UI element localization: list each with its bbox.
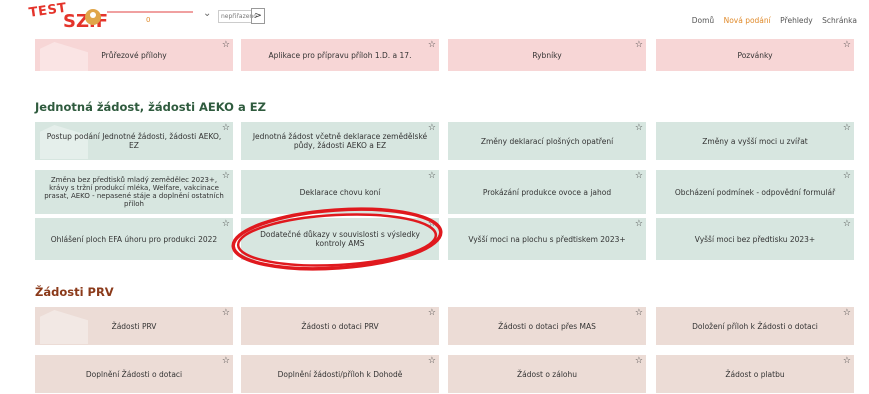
user-icon[interactable]: [85, 9, 101, 25]
tile-aplikace-prilohy[interactable]: Aplikace pro přípravu příloh 1.D. a 17. …: [241, 39, 439, 71]
tile-label: Žádosti o dotaci PRV: [301, 321, 379, 331]
star-icon[interactable]: ☆: [843, 356, 851, 366]
tile-obchazeni-podminek[interactable]: Obcházení podmínek - odpovědní formulář …: [656, 170, 854, 214]
tile-zadost-platbu[interactable]: Žádost o platbu ☆: [656, 355, 854, 393]
main-nav: Domů Nová podání Přehledy Schránka: [685, 16, 857, 25]
star-icon[interactable]: ☆: [428, 308, 436, 318]
tile-label: Obcházení podmínek - odpovědní formulář: [674, 187, 836, 197]
star-icon[interactable]: ☆: [222, 123, 230, 133]
chevron-down-icon[interactable]: ⌄: [203, 8, 211, 19]
tile-label: Doplnění žádosti/příloh k Dohodě: [277, 369, 403, 379]
tile-label: Průřezové přílohy: [101, 50, 167, 60]
star-icon[interactable]: ☆: [428, 171, 436, 181]
star-icon[interactable]: ☆: [635, 123, 643, 133]
tile-label: Pozvánky: [737, 50, 773, 60]
star-icon[interactable]: ☆: [428, 356, 436, 366]
tile-label: Deklarace chovu koní: [299, 187, 381, 197]
tile-prurezove-prilohy[interactable]: Průřezové přílohy ☆: [35, 39, 233, 71]
nav-inbox[interactable]: Schránka: [822, 16, 857, 25]
tile-label: Dodatečné důkazy v souvislosti s výsledk…: [260, 230, 420, 248]
tile-label: Změna bez předtisků mladý zemědělec 2023…: [44, 175, 224, 209]
star-icon[interactable]: ☆: [843, 308, 851, 318]
top-bar: TEST SZIF 0 ⌄ nepřiřazeno > Domů Nová po…: [0, 0, 869, 34]
star-icon[interactable]: ☆: [635, 356, 643, 366]
star-icon[interactable]: ☆: [428, 123, 436, 133]
user-name-bar: [107, 11, 193, 13]
tile-jednotna-zadost[interactable]: Jednotná žádost včetně deklarace zeměděl…: [241, 122, 439, 160]
tile-dodatecne-dukazy[interactable]: Dodatečné důkazy v souvislosti s výsledk…: [241, 218, 439, 260]
go-button[interactable]: >: [251, 8, 265, 24]
star-icon[interactable]: ☆: [428, 40, 436, 50]
star-icon[interactable]: ☆: [222, 40, 230, 50]
section-title-jednotna: Jednotná žádost, žádosti AEKO a EZ: [35, 100, 266, 114]
tile-vyssi-moci-bez[interactable]: Vyšší moci bez předtisku 2023+ ☆: [656, 218, 854, 260]
tile-zadost-zalohu[interactable]: Žádost o zálohu ☆: [448, 355, 646, 393]
tile-rybniky[interactable]: Rybníky ☆: [448, 39, 646, 71]
user-count: 0: [146, 16, 151, 24]
tile-label: Žádost o zálohu: [517, 369, 577, 379]
star-icon[interactable]: ☆: [843, 219, 851, 229]
tile-zadosti-prv[interactable]: Žádosti PRV ☆: [35, 307, 233, 345]
tile-zmeny-deklaraci[interactable]: Změny deklarací plošných opatření ☆: [448, 122, 646, 160]
section-title-zadosti-prv: Žádosti PRV: [35, 285, 114, 299]
tile-label: Změny a vyšší moci u zvířat: [702, 136, 808, 146]
tile-label: Doložení příloh k Žádosti o dotaci: [692, 321, 818, 331]
star-icon[interactable]: ☆: [222, 171, 230, 181]
tile-label: Žádost o platbu: [725, 369, 785, 379]
star-icon[interactable]: ☆: [843, 40, 851, 50]
tile-label: Vyšší moci bez předtisku 2023+: [694, 234, 816, 244]
subject-select[interactable]: nepřiřazeno: [218, 10, 257, 23]
tile-zmeny-zvirata[interactable]: Změny a vyšší moci u zvířat ☆: [656, 122, 854, 160]
tile-postup-podani[interactable]: Postup podání Jednotné žádosti, žádosti …: [35, 122, 233, 160]
star-icon[interactable]: ☆: [635, 219, 643, 229]
star-icon[interactable]: ☆: [222, 356, 230, 366]
nav-overviews[interactable]: Přehledy: [780, 16, 813, 25]
tile-doplneni-zadosti[interactable]: Doplnění Žádosti o dotaci ☆: [35, 355, 233, 393]
tile-ohlaseni-efa[interactable]: Ohlášení ploch EFA úhoru pro produkci 20…: [35, 218, 233, 260]
tile-label: Prokázání produkce ovoce a jahod: [482, 187, 612, 197]
nav-home[interactable]: Domů: [692, 16, 714, 25]
tile-deklarace-kone[interactable]: Deklarace chovu koní ☆: [241, 170, 439, 214]
tile-zadosti-dotaci-prv[interactable]: Žádosti o dotaci PRV ☆: [241, 307, 439, 345]
logo-test-label: TEST: [28, 0, 68, 21]
tile-pozvanky[interactable]: Pozvánky ☆: [656, 39, 854, 71]
star-icon[interactable]: ☆: [635, 171, 643, 181]
tile-label: Postup podání Jednotné žádosti, žádosti …: [46, 132, 222, 150]
tile-zadosti-mas[interactable]: Žádosti o dotaci přes MAS ☆: [448, 307, 646, 345]
tile-prokazani-produkce[interactable]: Prokázání produkce ovoce a jahod ☆: [448, 170, 646, 214]
star-icon[interactable]: ☆: [843, 123, 851, 133]
tile-doplneni-dohoda[interactable]: Doplnění žádosti/příloh k Dohodě ☆: [241, 355, 439, 393]
tile-zmena-bez-predtisku[interactable]: Změna bez předtisků mladý zemědělec 2023…: [35, 170, 233, 214]
star-icon[interactable]: ☆: [428, 219, 436, 229]
tile-label: Žádosti o dotaci přes MAS: [498, 321, 596, 331]
star-icon[interactable]: ☆: [222, 308, 230, 318]
tile-label: Žádosti PRV: [111, 321, 157, 331]
tile-label: Ohlášení ploch EFA úhoru pro produkci 20…: [50, 234, 218, 244]
tile-label: Jednotná žádost včetně deklarace zeměděl…: [252, 132, 428, 150]
star-icon[interactable]: ☆: [222, 219, 230, 229]
tile-dolozeni-priloh[interactable]: Doložení příloh k Žádosti o dotaci ☆: [656, 307, 854, 345]
star-icon[interactable]: ☆: [635, 40, 643, 50]
tile-label: Doplnění Žádosti o dotaci: [85, 369, 183, 379]
nav-new-submission[interactable]: Nová podání: [724, 16, 771, 25]
tile-label: Aplikace pro přípravu příloh 1.D. a 17.: [268, 50, 412, 60]
tile-label: Vyšší moci na plochu s předtiskem 2023+: [468, 234, 626, 244]
tile-vyssi-moci-predtisk[interactable]: Vyšší moci na plochu s předtiskem 2023+ …: [448, 218, 646, 260]
star-icon[interactable]: ☆: [843, 171, 851, 181]
tile-label: Změny deklarací plošných opatření: [480, 136, 614, 146]
star-icon[interactable]: ☆: [635, 308, 643, 318]
tile-label: Rybníky: [532, 50, 562, 60]
